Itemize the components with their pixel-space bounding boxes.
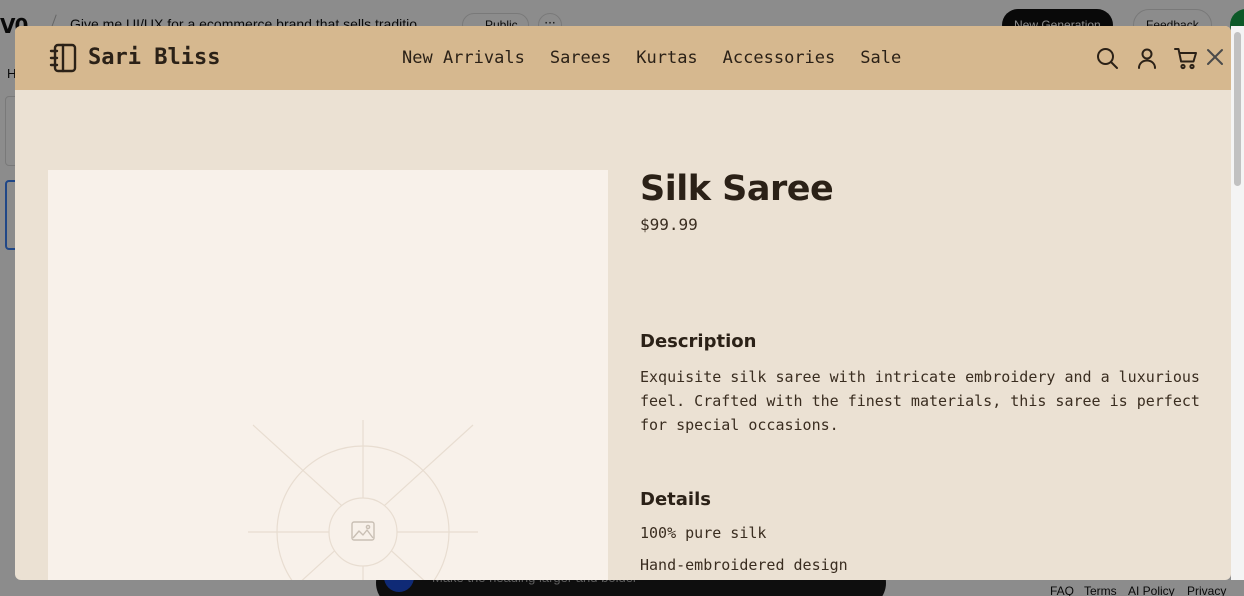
cart-icon[interactable] bbox=[1174, 46, 1198, 70]
product-image[interactable] bbox=[48, 170, 608, 580]
nav-link-sale[interactable]: Sale bbox=[860, 48, 901, 70]
preview-modal: Sari Bliss New Arrivals Sarees Kurtas Ac… bbox=[15, 26, 1231, 580]
nav-link-sarees[interactable]: Sarees bbox=[550, 48, 611, 70]
main-nav: New Arrivals Sarees Kurtas Accessories S… bbox=[402, 48, 901, 70]
product-title: Silk Saree bbox=[640, 169, 834, 209]
product-price: $99.99 bbox=[640, 215, 698, 234]
notebook-icon[interactable] bbox=[49, 43, 77, 73]
scrollbar-thumb[interactable] bbox=[1234, 32, 1241, 186]
nav-link-new-arrivals[interactable]: New Arrivals bbox=[402, 48, 525, 70]
modal-scrollbar[interactable] bbox=[1231, 26, 1244, 580]
site-header: Sari Bliss New Arrivals Sarees Kurtas Ac… bbox=[15, 26, 1231, 90]
user-icon[interactable] bbox=[1135, 46, 1159, 70]
detail-item: Hand-embroidered design bbox=[640, 556, 848, 574]
close-icon[interactable] bbox=[1205, 47, 1225, 67]
search-icon[interactable] bbox=[1095, 46, 1119, 70]
detail-item: 100% pure silk bbox=[640, 524, 767, 542]
product-description: Exquisite silk saree with intricate embr… bbox=[640, 368, 1200, 434]
description-heading: Description bbox=[640, 331, 757, 352]
brand-name[interactable]: Sari Bliss bbox=[88, 45, 220, 70]
nav-link-kurtas[interactable]: Kurtas bbox=[636, 48, 697, 70]
image-placeholder-icon bbox=[248, 420, 478, 580]
nav-link-accessories[interactable]: Accessories bbox=[723, 48, 836, 70]
details-heading: Details bbox=[640, 489, 711, 510]
